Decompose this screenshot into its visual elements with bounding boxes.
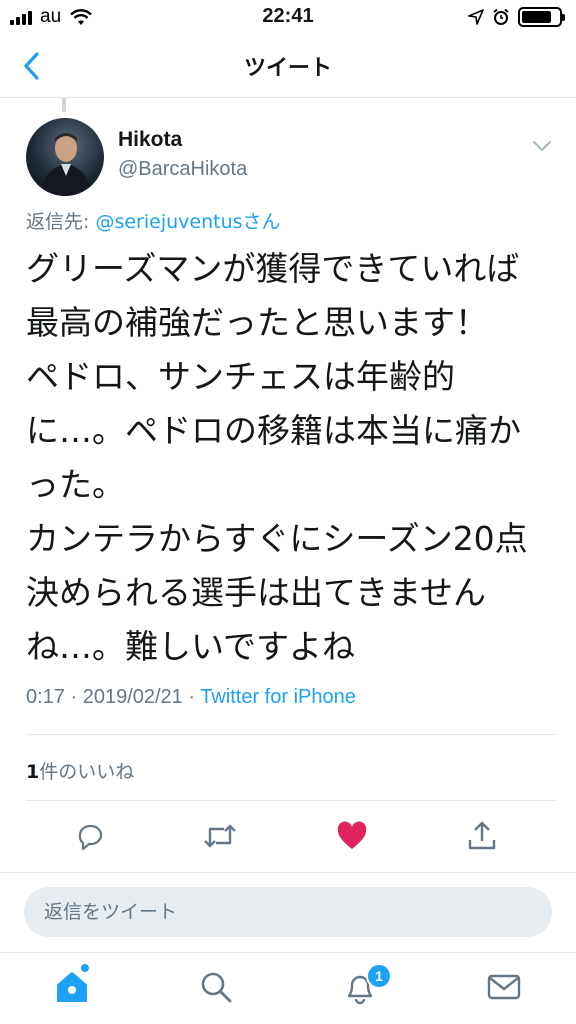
status-right — [468, 7, 565, 27]
share-button[interactable] — [464, 818, 500, 854]
chevron-down-icon — [533, 141, 551, 151]
location-arrow-icon — [468, 9, 484, 25]
avatar[interactable] — [26, 118, 104, 196]
tweet-source-link[interactable]: Twitter for iPhone — [200, 686, 356, 708]
profile-photo — [40, 133, 92, 196]
reply-mention-link[interactable]: @seriejuventus — [95, 211, 242, 233]
likes-summary[interactable]: 1件のいいね — [26, 757, 134, 784]
home-icon — [57, 972, 87, 1002]
notification-badge: 1 — [366, 963, 392, 989]
tab-messages[interactable] — [484, 967, 524, 1007]
divider — [26, 734, 556, 735]
reply-prefix: 返信先: — [26, 211, 96, 233]
battery-icon — [518, 7, 565, 27]
navigation-bar: ツイート — [0, 34, 576, 98]
mail-icon — [487, 974, 521, 1000]
like-count-label: 件のいいね — [39, 761, 135, 783]
heart-icon — [337, 821, 367, 849]
thread-connector — [62, 98, 66, 112]
user-handle[interactable]: @BarcaHikota — [118, 158, 247, 181]
reply-button[interactable] — [72, 818, 108, 854]
user-info[interactable]: Hikota @BarcaHikota — [118, 128, 247, 181]
tweet-text: グリーズマンが獲得できていれば 最高の補強だったと思います！ ペドロ、サンチェス… — [26, 249, 528, 666]
divider — [26, 800, 556, 801]
tweet-actions — [0, 810, 576, 860]
reply-suffix: さん — [242, 211, 281, 233]
bottom-tab-bar: 1 — [0, 952, 576, 1024]
tweet-timestamp: 0:17 · 2019/02/21 · — [26, 686, 201, 708]
battery-level — [522, 11, 551, 23]
retweet-button[interactable] — [202, 818, 238, 854]
page-title: ツイート — [243, 56, 332, 81]
share-icon — [468, 821, 496, 850]
like-count: 1 — [26, 761, 40, 783]
reply-icon — [78, 824, 103, 851]
tweet-metadata: 0:17 · 2019/02/21 · Twitter for iPhone — [26, 686, 356, 709]
tweet-menu-button[interactable] — [530, 134, 554, 158]
reply-input[interactable] — [24, 887, 552, 937]
reply-composer — [0, 872, 576, 952]
like-button[interactable] — [334, 818, 370, 854]
status-bar: au 22:41 — [0, 0, 576, 34]
tab-home[interactable] — [52, 967, 92, 1007]
display-name[interactable]: Hikota — [118, 128, 247, 152]
retweet-icon — [204, 824, 236, 848]
tab-search[interactable] — [196, 967, 236, 1007]
reply-context: 返信先: @seriejuventusさん — [26, 207, 281, 234]
alarm-icon — [493, 8, 509, 25]
search-icon — [201, 972, 232, 1003]
home-new-indicator — [81, 964, 89, 972]
